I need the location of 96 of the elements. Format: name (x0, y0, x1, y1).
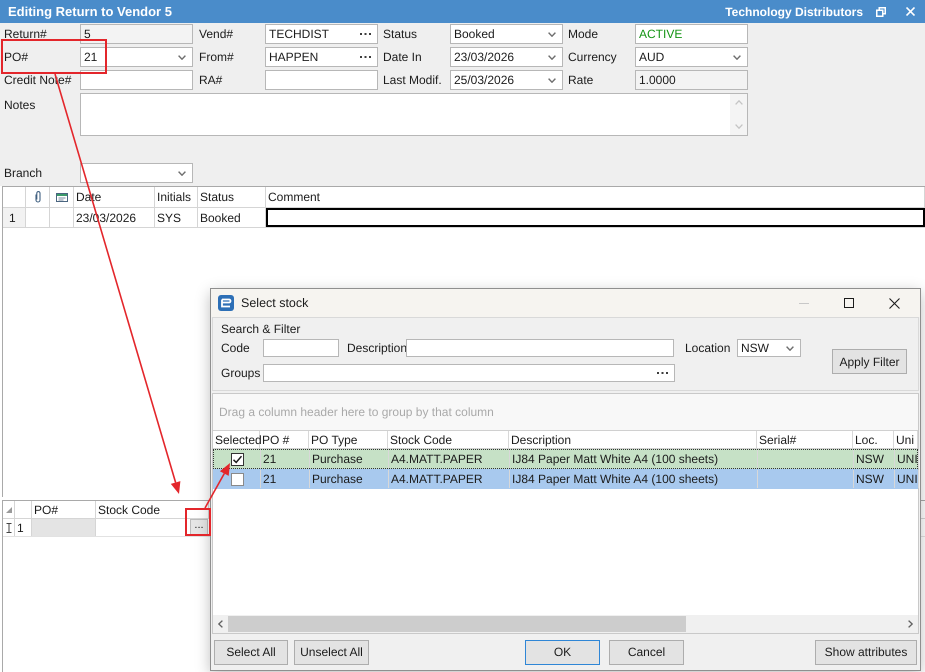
field-label: Code (221, 341, 250, 355)
annotation-rectangle (185, 508, 211, 536)
app-logo-icon (218, 295, 234, 311)
corner-triangle-icon (6, 506, 12, 512)
close-icon[interactable] (889, 298, 900, 308)
table-cell: Purchase (310, 450, 389, 468)
table-cell: NSW (854, 450, 895, 468)
column-header[interactable]: Serial# (757, 431, 853, 448)
column-header[interactable]: PO# (32, 501, 96, 518)
column-header[interactable]: Initials (155, 187, 198, 207)
chevron-down-icon (178, 170, 186, 176)
chevron-down-icon (178, 54, 186, 60)
read-only-field: 1.0000 (635, 70, 748, 90)
note-icon (56, 192, 68, 202)
dropdown[interactable]: NSW (737, 339, 801, 357)
table-cell: 21 (261, 450, 310, 468)
field-label: Description (347, 341, 408, 355)
row-number: 1 (3, 208, 26, 227)
annotation-arrow (204, 463, 230, 508)
dropdown[interactable] (80, 163, 193, 183)
field-label: Location (685, 341, 730, 355)
unselect-all-button[interactable]: Unselect All (294, 640, 369, 664)
column-header[interactable]: Selected (213, 431, 260, 448)
field-label: Mode (568, 27, 598, 41)
field-label: Status (383, 27, 418, 41)
dropdown[interactable]: 21 (80, 47, 193, 67)
column-header[interactable]: PO # (260, 431, 309, 448)
table-cell: UNI (895, 450, 919, 468)
chevron-down-icon (548, 78, 556, 82)
window-title: Editing Return to Vendor 5 (8, 2, 172, 21)
lookup-field[interactable] (263, 364, 675, 382)
field-label: RA# (199, 73, 222, 87)
text-field[interactable] (263, 339, 339, 357)
table-cell: A4.MATT.PAPER (389, 470, 510, 488)
text-field[interactable] (265, 70, 378, 90)
restore-icon[interactable] (876, 6, 886, 16)
chevron-down-icon (548, 32, 556, 36)
column-header[interactable]: Status (198, 187, 266, 207)
table-cell: SYS (155, 208, 198, 227)
maximize-icon[interactable] (844, 298, 854, 308)
table-cell: UNI (895, 470, 919, 488)
scroll-left-icon[interactable] (218, 620, 223, 628)
scrollbar-thumb[interactable] (228, 616, 686, 632)
field-label: PO# (4, 50, 28, 64)
column-header[interactable]: PO Type (309, 431, 388, 448)
read-only-field: 5 (80, 24, 193, 44)
table-cell: A4.MATT.PAPER (389, 450, 510, 468)
table-row[interactable]: 21 Purchase A4.MATT.PAPER IJ84 Paper Matt White A4 (100 sheets) NSW UNI (213, 469, 918, 489)
select-all-button[interactable]: Select All (214, 640, 288, 664)
dropdown[interactable]: AUD (635, 47, 748, 67)
field-label: From# (199, 50, 234, 64)
group-by-hint: Drag a column header here to group by that column (219, 404, 494, 421)
comment-input[interactable] (266, 208, 925, 227)
lookup-field[interactable]: HAPPEN (265, 47, 378, 67)
field-label: Vend# (199, 27, 234, 41)
chevron-down-icon (548, 54, 556, 60)
table-cell: 21 (261, 470, 310, 488)
chevron-down-icon (733, 54, 741, 60)
field-label: Groups (221, 366, 260, 380)
cancel-button[interactable]: Cancel (609, 640, 684, 664)
show-attributes-button[interactable]: Show attributes (815, 640, 917, 664)
lookup-field[interactable]: TECHDIST (265, 24, 378, 44)
apply-filter-button[interactable]: Apply Filter (832, 349, 907, 374)
table-row[interactable]: 21 Purchase A4.MATT.PAPER IJ84 Paper Matt White A4 (100 sheets) NSW UNI (213, 449, 918, 469)
paperclip-icon (34, 191, 42, 203)
column-header[interactable]: Stock Code (388, 431, 509, 448)
company-name: Technology Distributors (725, 4, 863, 20)
chevron-down-icon (786, 346, 794, 350)
table-cell: IJ84 Paper Matt White A4 (100 sheets) (510, 450, 758, 468)
dropdown[interactable]: Booked (450, 24, 563, 44)
table-cell: NSW (854, 470, 895, 488)
dropdown[interactable]: 25/03/2026 (450, 70, 563, 90)
scroll-right-icon[interactable] (908, 620, 913, 628)
column-header[interactable]: Comment (266, 187, 925, 207)
column-header[interactable]: Loc. (853, 431, 894, 448)
checkbox[interactable] (230, 472, 244, 486)
field-label: Notes (4, 98, 36, 112)
ok-button[interactable]: OK (525, 640, 600, 664)
field-label: Rate (568, 73, 594, 87)
column-header[interactable]: Description (509, 431, 757, 448)
text-field[interactable]: ACTIVE (635, 24, 748, 44)
dropdown[interactable]: 23/03/2026 (450, 47, 563, 67)
column-header[interactable]: Stock Code (96, 501, 209, 518)
table-cell: Purchase (310, 470, 389, 488)
text-field[interactable] (406, 339, 674, 357)
field-label: Return# (4, 27, 47, 41)
checkbox[interactable] (230, 452, 244, 466)
table-cell: IJ84 Paper Matt White A4 (100 sheets) (510, 470, 758, 488)
field-label: Currency (568, 50, 617, 64)
field-label: Date In (383, 50, 422, 64)
text-field[interactable] (80, 70, 193, 90)
field-label: Branch (4, 166, 42, 180)
field-label: Last Modif. (383, 73, 442, 87)
column-header[interactable]: Uni (894, 431, 918, 448)
dialog-title: Select stock (241, 294, 308, 312)
group-title: Search & Filter (221, 322, 300, 336)
